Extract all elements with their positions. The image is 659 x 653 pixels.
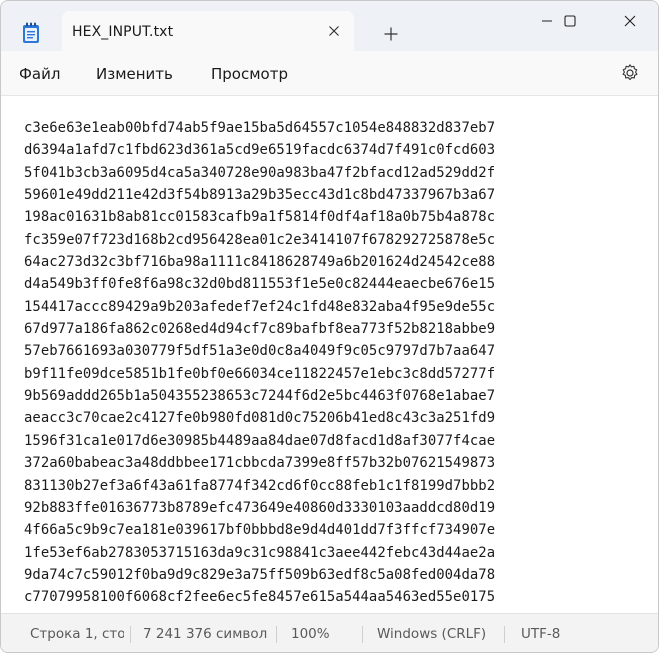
status-encoding[interactable]: UTF-8 [521,626,560,642]
text-line[interactable]: 9da74c7c59012f0ba9d9c829e3a75ff509b63edf… [24,564,644,586]
close-icon [624,15,636,27]
text-line[interactable]: 64ac273d32c3bf716ba98a1111c8418628749a6b… [24,251,644,273]
text-line[interactable]: 9b569addd265b1a504355238653c7244f6d2e5bc… [24,385,644,407]
status-divider [504,626,505,643]
editor-text[interactable]: c3e6e63e1eab00bfd74ab5f9ae15ba5d64557c10… [24,117,644,609]
text-line[interactable]: d4a549b3ff0fe8f6a98c32d0bd811553f1e5e0c8… [24,273,644,295]
text-line[interactable]: aeacc3c70cae2c4127fe0b980fd081d0c75206b4… [24,407,644,429]
menu-file[interactable]: Файл [19,65,60,83]
text-line[interactable]: 1596f31ca1e017d6e30985b4489aa84dae07d8fa… [24,430,644,452]
maximize-icon [564,15,576,27]
text-line[interactable]: fc359e07f723d168b2cd956428ea01c2e3414107… [24,229,644,251]
text-line[interactable]: 198ac01631b8ab81cc01583cafb9a1f5814f0df4… [24,206,644,228]
text-line[interactable]: 59601e49dd211e42d3f54b8913a29b35ecc43d1c… [24,184,644,206]
menu-view[interactable]: Просмотр [211,65,288,83]
notepad-icon [21,22,41,44]
text-editor[interactable]: c3e6e63e1eab00bfd74ab5f9ae15ba5d64557c10… [1,95,658,613]
text-line[interactable]: b9f11fe09dce5851b1fe0bf0e66034ce11822457… [24,363,644,385]
text-line[interactable]: 154417accc89429a9b203afedef7ef24c1fd48e8… [24,296,644,318]
text-line[interactable]: 1fe53ef6ab2783053715163da9c31c98841c3aee… [24,542,644,564]
gear-icon [622,64,638,81]
title-bar: HEX_INPUT.txt [1,1,658,51]
status-line-ending[interactable]: Windows (CRLF) [377,626,486,642]
text-line[interactable]: 4f66a5c9b9c7ea181e039617bf0bbbd8e9d4d401… [24,519,644,541]
text-line[interactable]: c77079958100f6068cf2fee6ec5fe8457e615a54… [24,586,644,608]
text-line[interactable]: 5f041b3cb3a6095d4ca5a340728e90a983ba47f2… [24,162,644,184]
status-position[interactable]: Строка 1, стол [30,626,124,642]
menu-edit[interactable]: Изменить [96,65,173,83]
close-window-button[interactable] [606,1,654,41]
text-line[interactable]: c3e6e63e1eab00bfd74ab5f9ae15ba5d64557c10… [24,117,644,139]
tab-hex-input[interactable]: HEX_INPUT.txt [62,11,354,51]
status-divider [362,626,363,643]
status-divider [130,626,131,643]
tab-title: HEX_INPUT.txt [72,24,174,40]
notepad-window: HEX_INPUT.txt Файл Изменить Просмотр c3e… [0,0,659,653]
text-line[interactable]: 372a60babeac3a48ddbbee171cbbcda7399e8ff5… [24,452,644,474]
text-line[interactable]: 831130b27ef3a6f43a61fa8774f342cd6f0cc88f… [24,475,644,497]
text-line[interactable]: d6394a1afd7c1fbd623d361a5cd9e6519facdc63… [24,139,644,161]
text-line[interactable]: 92b883ffe01636773b8789efc473649e40860d33… [24,497,644,519]
settings-button[interactable] [618,61,642,85]
close-icon [329,26,339,36]
maximize-button[interactable] [546,1,594,41]
status-char-count: 7 241 376 символ [143,626,267,642]
text-line[interactable]: 57eb7661693a030779f5df51a3e0d0c8a4049f9c… [24,340,644,362]
new-tab-button[interactable] [377,22,405,46]
menu-bar: Файл Изменить Просмотр [1,51,658,95]
status-zoom[interactable]: 100% [291,626,330,642]
status-divider [276,626,277,643]
plus-icon [384,27,398,41]
close-tab-button[interactable] [322,19,346,43]
text-line[interactable]: 67d977a186fa862c0268ed4d94cf7c89bafbf8ea… [24,318,644,340]
status-bar: Строка 1, стол 7 241 376 символ 100% Win… [1,613,658,652]
